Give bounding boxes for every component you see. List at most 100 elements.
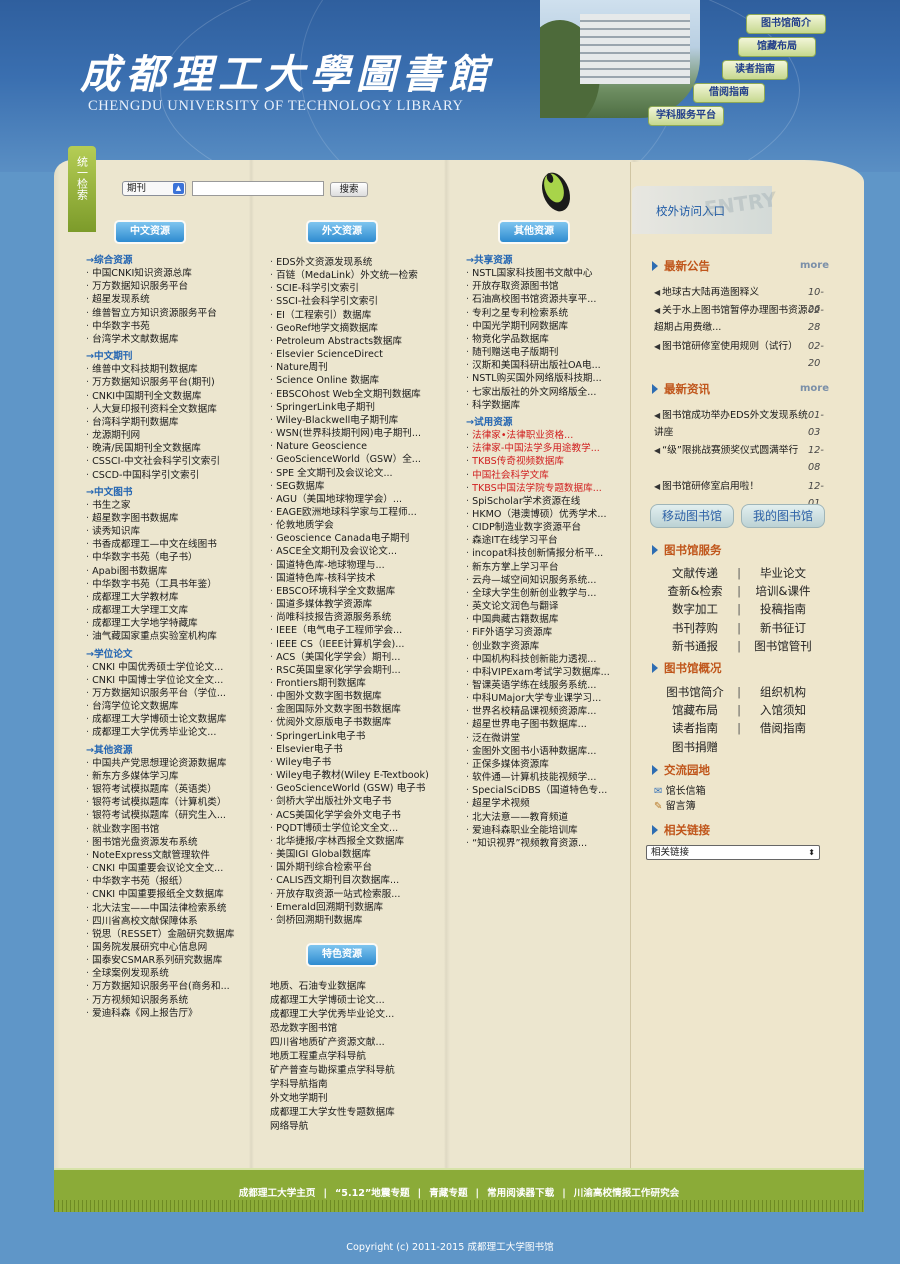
- mobile-library-button[interactable]: 移动图书馆: [650, 504, 734, 528]
- overview-link[interactable]: 图书捐赠: [664, 738, 726, 756]
- resource-link[interactable]: 石油高校图书馆资源共享平...: [466, 293, 610, 306]
- resource-link[interactable]: NSTL购买国外网络版科技期...: [466, 372, 610, 385]
- resource-link[interactable]: 爱迪科森职业全能培训库: [466, 824, 610, 837]
- resource-link[interactable]: 万方数据知识服务平台（学位...: [86, 687, 234, 700]
- resource-link[interactable]: 国务院发展研究中心信息网: [86, 941, 234, 954]
- resource-link[interactable]: EDS外文资源发现系统: [270, 256, 429, 269]
- special-resource-link[interactable]: 成都理工大学优秀毕业论文...: [270, 1008, 395, 1022]
- resource-link[interactable]: 伦敦地质学会: [270, 519, 429, 532]
- resource-link[interactable]: 金图外文图书小语种数据库...: [466, 745, 610, 758]
- resource-link[interactable]: Frontiers期刊数据库: [270, 677, 429, 690]
- overview-link[interactable]: 馆藏布局: [664, 701, 726, 719]
- resource-link[interactable]: AGU（美国地球物理学会）...: [270, 493, 429, 506]
- related-links-select[interactable]: 相关链接 ⬍: [646, 845, 820, 860]
- news-text[interactable]: “级”限挑战赛颁奖仪式圆满举行: [662, 445, 798, 456]
- resource-link[interactable]: SpiScholar学术资源在线: [466, 495, 610, 508]
- resource-link[interactable]: EBSCO环境科学全文数据库: [270, 585, 429, 598]
- resource-link[interactable]: 中国CNKI知识资源总库: [86, 267, 234, 280]
- resource-link[interactable]: NSTL国家科技图书文献中心: [466, 267, 610, 280]
- resource-link[interactable]: 超星数字图书数据库: [86, 512, 234, 525]
- resource-link[interactable]: 中国光学期刊网数据库: [466, 320, 610, 333]
- resource-link[interactable]: CNKI 中国优秀硕士学位论文...: [86, 661, 234, 674]
- resource-link[interactable]: EI（工程索引）数据库: [270, 309, 429, 322]
- resource-link[interactable]: CSSCI-中文社会科学引文索引: [86, 455, 234, 468]
- resource-link[interactable]: Wiley-Blackwell电子期刊库: [270, 414, 429, 427]
- resource-link[interactable]: SPE 全文期刊及会议论文...: [270, 467, 429, 480]
- resource-link[interactable]: Emerald回溯期刊数据库: [270, 901, 429, 914]
- resource-link[interactable]: 银符考试模拟题库（计算机类）: [86, 796, 234, 809]
- resource-link[interactable]: CSCD-中国科学引文索引: [86, 469, 234, 482]
- resource-link[interactable]: 尚唯科技报告资源服务系统: [270, 611, 429, 624]
- resource-link[interactable]: 物竞化学品数据库: [466, 333, 610, 346]
- resource-link[interactable]: CNKI中国期刊全文数据库: [86, 390, 234, 403]
- resource-link[interactable]: 油气藏国家重点实验室机构库: [86, 630, 234, 643]
- nav-borrow-guide[interactable]: 借阅指南: [693, 83, 765, 103]
- resource-link[interactable]: TKBS中国法学院专题数据库...: [466, 482, 610, 495]
- resource-link[interactable]: 剑桥大学出版社外文电子书: [270, 795, 429, 808]
- resource-link[interactable]: Geoscience Canada电子期刊: [270, 532, 429, 545]
- resource-link[interactable]: 万方数据知识服务平台: [86, 280, 234, 293]
- resource-link[interactable]: 法律家•法律职业资格...: [466, 429, 610, 442]
- resource-link[interactable]: CNKI 中国博士学位论文全文...: [86, 674, 234, 687]
- resource-link[interactable]: 开放存取资源图书馆: [466, 280, 610, 293]
- resource-link[interactable]: IEEE（电气电子工程师学会...: [270, 624, 429, 637]
- resource-link[interactable]: 中科VIPExam考试学习数据库...: [466, 666, 610, 679]
- resource-link[interactable]: 随刊赠送电子版期刊: [466, 346, 610, 359]
- nav-reader-guide[interactable]: 读者指南: [722, 60, 788, 80]
- announcement-text[interactable]: 地球古大陆再造图释义: [662, 287, 759, 298]
- resource-link[interactable]: 国道多媒体教学资源库: [270, 598, 429, 611]
- resource-link[interactable]: 国外期刊综合检索平台: [270, 861, 429, 874]
- resource-link[interactable]: 金图国际外文数字图书数据库: [270, 703, 429, 716]
- resource-link[interactable]: 优阅外文原版电子书数据库: [270, 716, 429, 729]
- resource-link[interactable]: 科学数据库: [466, 399, 610, 412]
- resource-link[interactable]: Science Online 数据库: [270, 374, 429, 387]
- my-library-button[interactable]: 我的图书馆: [741, 504, 825, 528]
- resource-link[interactable]: 超星发现系统: [86, 293, 234, 306]
- news-text[interactable]: 图书馆研修室启用啦！: [662, 481, 759, 492]
- service-link[interactable]: 书刊荐购: [664, 619, 726, 637]
- resource-link[interactable]: incopat科技创新情报分析平...: [466, 547, 610, 560]
- resource-link[interactable]: 万方数据知识服务平台(商务和...: [86, 980, 234, 993]
- resource-link[interactable]: 锐思（RESSET）金融研究数据库: [86, 928, 234, 941]
- resource-link[interactable]: 开放存取资源一站式检索服...: [270, 888, 429, 901]
- resource-link[interactable]: 万方视频知识服务系统: [86, 994, 234, 1007]
- section-title[interactable]: →试用资源: [466, 416, 610, 429]
- resource-link[interactable]: ACS美国化学学会外文电子书: [270, 809, 429, 822]
- resource-link[interactable]: 爱迪科森《网上报告厅》: [86, 1007, 234, 1020]
- resource-link[interactable]: SpringerLink电子书: [270, 730, 429, 743]
- resource-link[interactable]: 百链（MedaLink）外文统一检索: [270, 269, 429, 282]
- nav-library-intro[interactable]: 图书馆简介: [746, 14, 826, 34]
- special-resource-link[interactable]: 网络导航: [270, 1120, 395, 1134]
- service-link[interactable]: 培训&课件: [752, 582, 814, 600]
- section-title[interactable]: →中文图书: [86, 486, 234, 499]
- resource-link[interactable]: GeoScienceWorld（GSW）全...: [270, 453, 429, 466]
- special-resource-link[interactable]: 学科导航指南: [270, 1078, 395, 1092]
- resource-link[interactable]: 英文论文润色与翻译: [466, 600, 610, 613]
- announcement-text[interactable]: 关于水上图书馆暂停办理图书资源超期占用费缴...: [654, 305, 807, 333]
- overview-link[interactable]: 读者指南: [664, 719, 726, 737]
- section-title[interactable]: →中文期刊: [86, 350, 234, 363]
- resource-link[interactable]: 台湾学术文献数据库: [86, 333, 234, 346]
- news-item[interactable]: ◀ 图书馆成功举办EDS外文发现系统讲座 01-03: [654, 407, 824, 441]
- footer-link-tibet[interactable]: 青藏专题: [429, 1188, 467, 1199]
- resource-link[interactable]: TKBS传奇视频数据库: [466, 455, 610, 468]
- resource-link[interactable]: IEEE CS（IEEE计算机学会)...: [270, 638, 429, 651]
- resource-link[interactable]: CNKI 中国重要报纸全文数据库: [86, 888, 234, 901]
- resource-link[interactable]: 龙源期刊网: [86, 429, 234, 442]
- resource-link[interactable]: 美国IGI Global数据库: [270, 848, 429, 861]
- director-mailbox-link[interactable]: ✉ 馆长信箱: [654, 785, 706, 799]
- resource-link[interactable]: 人大复印报刊资料全文数据库: [86, 403, 234, 416]
- resource-link[interactable]: Petroleum Abstracts数据库: [270, 335, 429, 348]
- special-resource-link[interactable]: 成都理工大学女性专题数据库: [270, 1106, 395, 1120]
- resource-link[interactable]: 成都理工大学地学特藏库: [86, 617, 234, 630]
- resource-link[interactable]: 维普智立方知识资源服务平台: [86, 307, 234, 320]
- news-item[interactable]: ◀ “级”限挑战赛颁奖仪式圆满举行 12-08: [654, 442, 824, 473]
- resource-link[interactable]: 法律家-中国法学多用途教学...: [466, 442, 610, 455]
- announcement-text[interactable]: 图书馆研修室使用规则（试行）: [662, 341, 798, 352]
- announcements-more-link[interactable]: more: [800, 260, 829, 271]
- resource-link[interactable]: SEG数据库: [270, 480, 429, 493]
- resource-link[interactable]: 全球大学生创新创业教学与...: [466, 587, 610, 600]
- footer-link-earthquake[interactable]: “5.12”地震专题: [335, 1188, 410, 1199]
- resource-link[interactable]: 北华捷报/字林西报全文数据库: [270, 835, 429, 848]
- resource-link[interactable]: 七家出版社的外文网络版全...: [466, 386, 610, 399]
